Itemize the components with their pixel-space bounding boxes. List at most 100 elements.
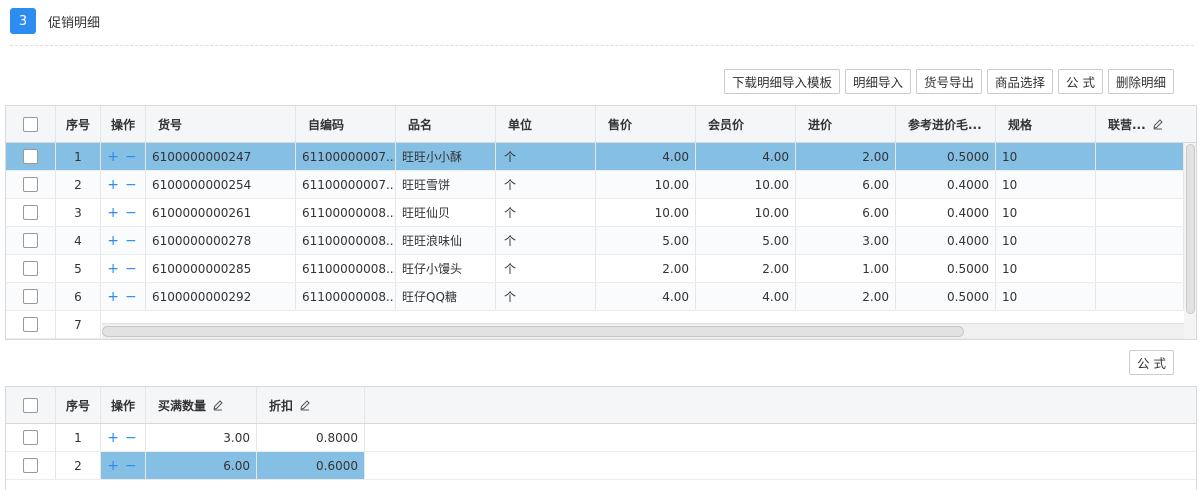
cell-joint[interactable] (1096, 143, 1184, 170)
cell-cost[interactable]: 3.00 (796, 227, 896, 254)
cell-margin[interactable]: 0.5000 (896, 283, 996, 310)
table-row[interactable]: 5 + −6100000000285 61100000008... 旺仔小馒头个 2.00… (6, 255, 1184, 283)
col-margin[interactable]: 参考进价毛... (896, 106, 996, 142)
select-product-button[interactable]: 商品选择 (986, 69, 1053, 94)
col-joint[interactable]: 联营... (1096, 106, 1196, 142)
col-selfcode[interactable]: 自编码 (296, 106, 396, 142)
cell-member-price[interactable]: 5.00 (696, 227, 796, 254)
cell-code[interactable]: 6100000000261 (146, 199, 296, 226)
add-row-icon[interactable]: + (107, 458, 121, 474)
table-row[interactable]: 2 + −6100000000254 61100000007... 旺旺雪饼个 10.00… (6, 171, 1184, 199)
cell-joint[interactable] (1096, 227, 1184, 254)
remove-row-icon[interactable]: − (125, 233, 139, 249)
discount-row-checkbox[interactable] (23, 458, 38, 473)
add-row-icon[interactable]: + (107, 205, 121, 221)
cell-selfcode[interactable]: 61100000008... (296, 227, 396, 254)
cell-unit[interactable]: 个 (496, 199, 596, 226)
horizontal-scrollbar[interactable] (102, 323, 1185, 338)
cell-cost[interactable]: 2.00 (796, 283, 896, 310)
cell-selfcode[interactable]: 61100000008... (296, 255, 396, 282)
cell-name[interactable]: 旺仔小馒头 (396, 255, 496, 282)
table-row[interactable]: 4 + −6100000000278 61100000008... 旺旺浪味仙个 5.00… (6, 227, 1184, 255)
cell-spec[interactable]: 10 (996, 283, 1096, 310)
cell-name[interactable]: 旺旺浪味仙 (396, 227, 496, 254)
row-checkbox[interactable] (23, 289, 38, 304)
cell-margin[interactable]: 0.5000 (896, 143, 996, 170)
discount-select-all-checkbox[interactable] (23, 397, 38, 413)
col-price[interactable]: 售价 (596, 106, 696, 142)
vertical-scrollbar[interactable] (1184, 143, 1196, 323)
cell-unit[interactable]: 个 (496, 171, 596, 198)
remove-row-icon[interactable]: − (125, 458, 139, 474)
remove-row-icon[interactable]: − (125, 261, 139, 277)
col-spec[interactable]: 规格 (996, 106, 1096, 142)
cell-member-price[interactable]: 2.00 (696, 255, 796, 282)
vertical-scroll-thumb[interactable] (1186, 144, 1195, 314)
pencil-icon[interactable] (1152, 118, 1164, 130)
add-row-icon[interactable]: + (107, 261, 121, 277)
pencil-icon[interactable] (212, 399, 224, 411)
cell-qty[interactable]: 3.00 (146, 424, 257, 451)
cell-name[interactable]: 旺旺雪饼 (396, 171, 496, 198)
cell-joint[interactable] (1096, 283, 1184, 310)
cell-cost[interactable]: 6.00 (796, 171, 896, 198)
col-code[interactable]: 货号 (146, 106, 296, 142)
add-row-icon[interactable]: + (107, 149, 121, 165)
col-cost[interactable]: 进价 (796, 106, 896, 142)
cell-unit[interactable]: 个 (496, 227, 596, 254)
row-checkbox[interactable] (23, 261, 38, 276)
select-all-checkbox[interactable] (23, 116, 38, 132)
cell-joint[interactable] (1096, 255, 1184, 282)
cell-cost[interactable]: 1.00 (796, 255, 896, 282)
discount-row[interactable]: 2 + −6.00 0.6000 (6, 452, 1196, 480)
cell-member-price[interactable]: 10.00 (696, 199, 796, 226)
cell-unit[interactable]: 个 (496, 255, 596, 282)
cell-unit[interactable]: 个 (496, 143, 596, 170)
cell-code[interactable]: 6100000000278 (146, 227, 296, 254)
cell-selfcode[interactable]: 61100000007... (296, 171, 396, 198)
export-code-button[interactable]: 货号导出 (915, 69, 982, 94)
cell-price[interactable]: 4.00 (596, 283, 696, 310)
remove-row-icon[interactable]: − (125, 205, 139, 221)
cell-qty[interactable]: 6.00 (146, 452, 257, 479)
cell-spec[interactable]: 10 (996, 255, 1096, 282)
cell-code[interactable]: 6100000000292 (146, 283, 296, 310)
cell-price[interactable]: 10.00 (596, 199, 696, 226)
cell-selfcode[interactable]: 61100000007... (296, 143, 396, 170)
formula-button[interactable]: 公 式 (1058, 69, 1103, 94)
cell-price[interactable]: 2.00 (596, 255, 696, 282)
add-row-icon[interactable]: + (107, 177, 121, 193)
table-row[interactable]: 1 + −6100000000247 61100000007... 旺旺小小酥个 4.00… (6, 143, 1184, 171)
cell-code[interactable]: 6100000000247 (146, 143, 296, 170)
cell-discount[interactable]: 0.6000 (257, 452, 365, 479)
cell-code[interactable]: 6100000000285 (146, 255, 296, 282)
cell-cost[interactable]: 6.00 (796, 199, 896, 226)
download-template-button[interactable]: 下载明细导入模板 (723, 69, 840, 94)
cell-margin[interactable]: 0.5000 (896, 255, 996, 282)
discount-row-checkbox[interactable] (23, 430, 38, 445)
cell-joint[interactable] (1096, 199, 1184, 226)
add-row-icon[interactable]: + (107, 233, 121, 249)
cell-member-price[interactable]: 10.00 (696, 171, 796, 198)
cell-unit[interactable]: 个 (496, 283, 596, 310)
row-checkbox[interactable] (23, 317, 38, 332)
cell-selfcode[interactable]: 61100000008... (296, 199, 396, 226)
horizontal-scroll-thumb[interactable] (102, 326, 964, 337)
row-checkbox[interactable] (23, 177, 38, 192)
cell-spec[interactable]: 10 (996, 199, 1096, 226)
row-checkbox[interactable] (23, 233, 38, 248)
cell-cost[interactable]: 2.00 (796, 143, 896, 170)
cell-member-price[interactable]: 4.00 (696, 143, 796, 170)
cell-discount[interactable]: 0.8000 (257, 424, 365, 451)
cell-margin[interactable]: 0.4000 (896, 227, 996, 254)
cell-code[interactable]: 6100000000254 (146, 171, 296, 198)
table-row[interactable]: 6 + −6100000000292 61100000008... 旺仔QQ糖个 4.00… (6, 283, 1184, 311)
remove-row-icon[interactable]: − (125, 430, 139, 446)
cell-spec[interactable]: 10 (996, 227, 1096, 254)
pencil-icon[interactable] (299, 399, 311, 411)
discount-row[interactable]: 1 + −3.00 0.8000 (6, 424, 1196, 452)
discount-formula-button[interactable]: 公 式 (1129, 350, 1174, 375)
row-checkbox[interactable] (23, 205, 38, 220)
remove-row-icon[interactable]: − (125, 289, 139, 305)
d-col-qty[interactable]: 买满数量 (146, 387, 257, 423)
